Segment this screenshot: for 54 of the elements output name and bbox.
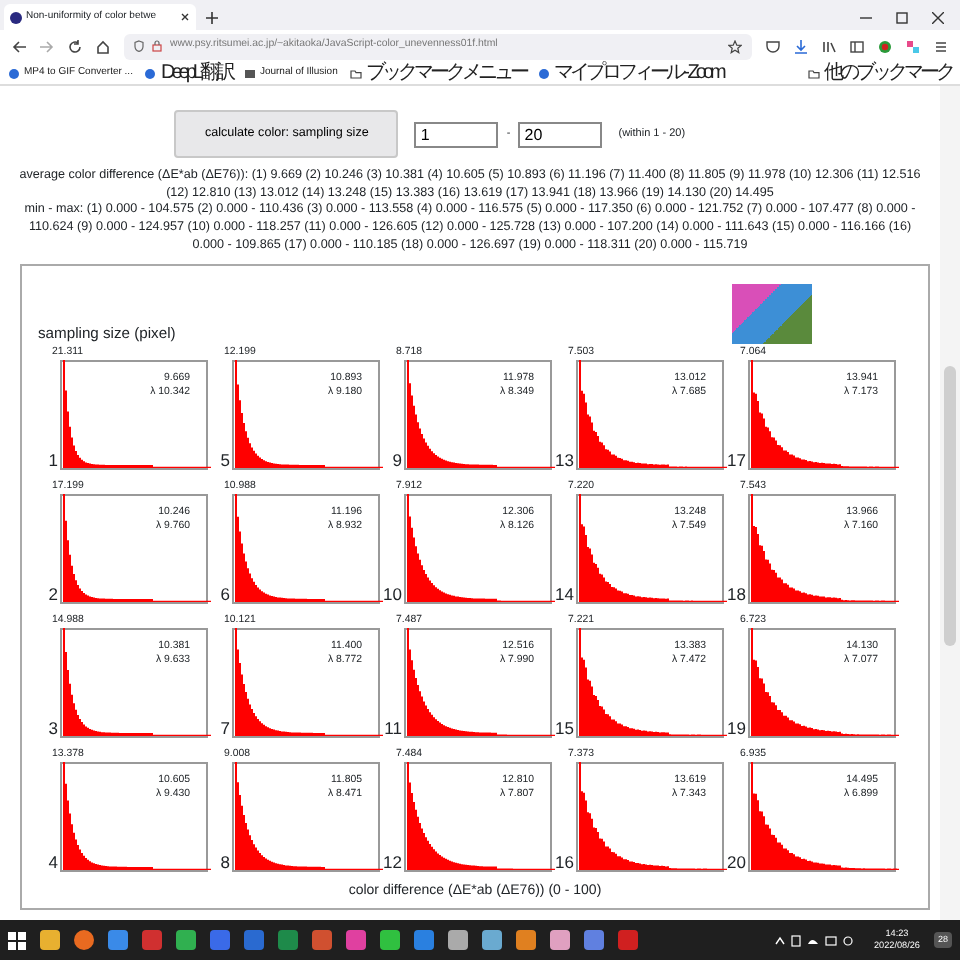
panel-number: 8 bbox=[218, 853, 232, 872]
panel-number: 1 bbox=[46, 451, 60, 470]
panel-number: 18 bbox=[726, 585, 748, 604]
panel-number: 3 bbox=[46, 719, 60, 738]
bookmark-item[interactable]: 他のブックマーク bbox=[808, 58, 952, 88]
menu-icon[interactable] bbox=[934, 39, 948, 53]
panel-number: 16 bbox=[554, 853, 576, 872]
panel-number: 19 bbox=[726, 719, 748, 738]
download-icon[interactable] bbox=[794, 39, 808, 53]
close-icon[interactable] bbox=[932, 12, 944, 24]
tray-icons-drawing bbox=[773, 933, 854, 947]
site-icon bbox=[243, 67, 256, 79]
library-icon[interactable] bbox=[822, 39, 836, 53]
panel-number: 15 bbox=[554, 719, 576, 738]
panel-number: 12 bbox=[382, 853, 404, 872]
minimize-icon[interactable] bbox=[860, 12, 872, 24]
pocket-icon[interactable] bbox=[766, 39, 780, 53]
shield-icon bbox=[134, 40, 144, 52]
site-icon bbox=[8, 67, 20, 79]
bookmark-item[interactable]: ブックマークメニュー bbox=[349, 58, 526, 88]
maximize-icon[interactable] bbox=[896, 12, 908, 24]
folder-icon bbox=[808, 67, 820, 79]
range-start-field[interactable]: 1 bbox=[414, 121, 499, 147]
panel-number: 17 bbox=[726, 451, 748, 470]
panel-number: 6 bbox=[218, 585, 232, 604]
folder-icon bbox=[349, 67, 362, 79]
windows-start-icon[interactable] bbox=[8, 931, 26, 949]
panel-number: 14 bbox=[554, 585, 576, 604]
home-icon[interactable] bbox=[96, 39, 110, 53]
panel-number: 20 bbox=[726, 853, 748, 872]
panel-number: 5 bbox=[218, 451, 232, 470]
panel-number: 7 bbox=[218, 719, 232, 738]
panel-number: 2 bbox=[46, 585, 60, 604]
photo-placeholder bbox=[732, 283, 812, 344]
star-icon[interactable] bbox=[728, 39, 742, 53]
close-icon[interactable] bbox=[180, 12, 190, 22]
panel-number: 10 bbox=[382, 585, 404, 604]
reload-icon[interactable] bbox=[68, 39, 82, 53]
bookmark-item[interactable]: DeepL翻訳 bbox=[144, 58, 232, 88]
panel-number: 11 bbox=[382, 719, 404, 738]
panel-number: 13 bbox=[554, 451, 576, 470]
site-icon bbox=[144, 67, 157, 79]
bookmark-item[interactable]: マイプロフィール - Zoom bbox=[537, 58, 723, 88]
panel-number: 4 bbox=[46, 853, 60, 872]
scrollbar-thumb[interactable] bbox=[944, 366, 956, 646]
lock-icon bbox=[152, 40, 162, 52]
panel-number: 9 bbox=[390, 451, 404, 470]
new-tab-icon[interactable] bbox=[206, 12, 218, 24]
site-icon bbox=[537, 67, 550, 79]
forward-arrow-icon[interactable] bbox=[40, 39, 54, 53]
scrollbar[interactable] bbox=[940, 86, 960, 920]
back-arrow-icon[interactable] bbox=[12, 39, 26, 53]
sidebar-icon[interactable] bbox=[850, 39, 864, 53]
range-end-field[interactable]: 20 bbox=[518, 121, 603, 147]
